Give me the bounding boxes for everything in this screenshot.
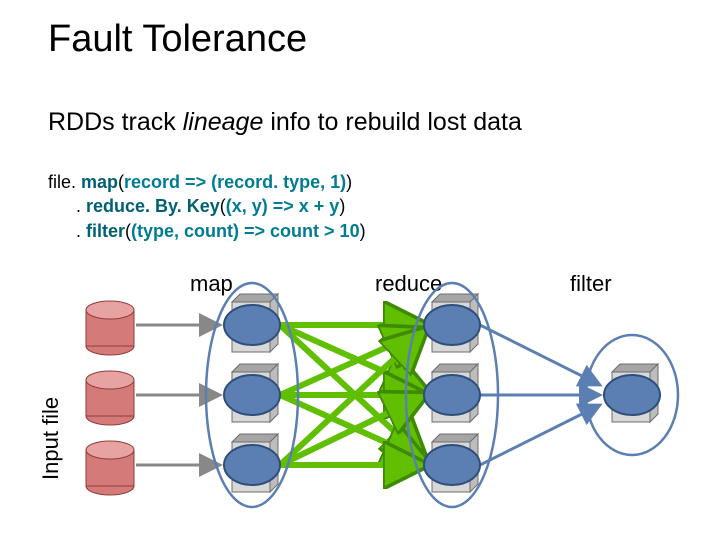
rdd-reduce-2 xyxy=(424,445,480,485)
rdd-reduce-0 xyxy=(424,305,480,345)
rdd-map-0 xyxy=(224,305,280,345)
rdd-reduce-1 xyxy=(424,375,480,415)
arrows-reduce xyxy=(280,325,425,465)
rdd-map-2 xyxy=(224,445,280,485)
rdd-filter-0 xyxy=(604,375,660,415)
rdd-map-1 xyxy=(224,375,280,415)
lineage-diagram xyxy=(0,0,720,540)
input-cylinder-0 xyxy=(86,301,134,355)
input-cylinder-1 xyxy=(86,371,134,425)
input-cylinder-2 xyxy=(86,441,134,495)
